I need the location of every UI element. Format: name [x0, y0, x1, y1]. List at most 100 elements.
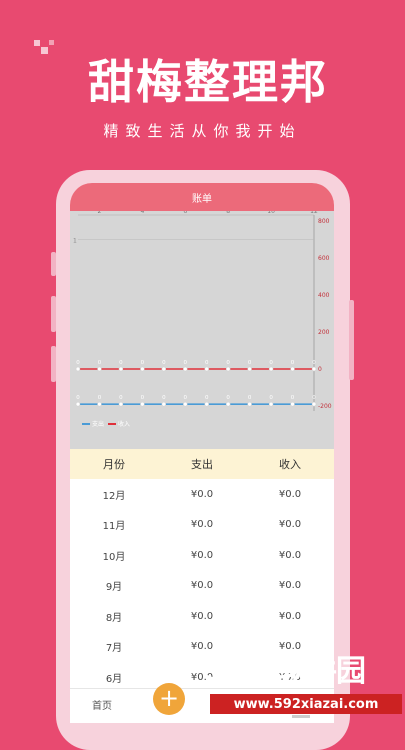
phone-side-button — [51, 252, 56, 276]
cell-month: 7月 — [105, 643, 123, 655]
add-bill-button[interactable]: + — [153, 683, 185, 715]
chart-point — [204, 401, 209, 407]
chart-data-label: 0 — [205, 360, 209, 366]
chart-point — [118, 401, 124, 407]
chart-data-label: 0 — [119, 360, 123, 366]
chart-point — [140, 366, 145, 372]
bill-chart[interactable]: 1 2 4 6 8 10 12 800 600 400 200 0 -200 0 0 0 0 0 0 0 0 0 0 0 0 0 0… — [70, 211, 334, 449]
table-row[interactable]: 9月 ¥0.0 ¥0.0 — [70, 570, 334, 601]
chart-point — [183, 401, 188, 407]
chart-data-label: 0 — [141, 360, 145, 366]
chart-data-label: 0 — [205, 395, 209, 401]
chart-data-label: 0 — [248, 360, 252, 366]
cell-income: ¥0.0 — [278, 610, 302, 622]
app-screen: 账单 1 2 4 6 8 10 12 800 600 400 200 0 -200 0 0 0 0 0 0 0 0 0 0 0… — [70, 183, 334, 723]
chart-y-tick-label: 200 — [318, 329, 330, 336]
cell-income: ¥0.0 — [278, 580, 302, 592]
hero-title: 甜梅整理邦 — [88, 55, 328, 109]
watermark-logo-text: 软件园 — [277, 654, 366, 689]
chart-y-tick-label: 800 — [318, 218, 330, 225]
chart-data-label: 0 — [119, 395, 123, 401]
cell-expense: ¥0.0 — [190, 610, 214, 622]
chart-y-tick-label: 400 — [318, 292, 330, 299]
hero-subtitle: 精致生活从你我开始 — [103, 122, 302, 140]
table-row[interactable]: 10月 ¥0.0 ¥0.0 — [70, 540, 334, 571]
chart-point — [290, 366, 295, 372]
chart-data-label: 0 — [291, 360, 295, 366]
chart-point — [161, 401, 167, 407]
phone-side-button — [51, 346, 56, 382]
cell-income: ¥0.0 — [278, 488, 302, 500]
header-income: 收入 — [279, 458, 301, 471]
chart-data-label: 0 — [141, 395, 145, 401]
decor-square — [41, 47, 48, 54]
chart-point — [183, 366, 188, 372]
cell-income: ¥0.0 — [278, 519, 302, 531]
chart-point — [140, 401, 145, 407]
chart-point — [75, 401, 81, 407]
app-title: 账单 — [192, 193, 212, 205]
chart-point — [290, 401, 295, 407]
chart-point — [311, 366, 317, 372]
watermark-logo-number: 592 — [206, 650, 275, 690]
chart-data-label: 0 — [184, 395, 188, 401]
chart-x-tick-label: 8 — [226, 211, 230, 215]
chart-data-label: 0 — [269, 360, 273, 366]
phone-side-button — [51, 296, 56, 332]
chart-data-label: 0 — [162, 360, 166, 366]
cell-month: 11月 — [102, 521, 126, 533]
chart-x-tick-label: 4 — [140, 211, 144, 215]
chart-point — [225, 366, 231, 372]
nav-home-tab[interactable]: 首页 — [92, 697, 112, 712]
chart-data-label: 0 — [312, 360, 316, 366]
cell-expense: ¥0.0 — [190, 580, 214, 592]
chart-data-label: 0 — [312, 395, 316, 401]
chart-point — [75, 366, 81, 372]
chart-left-tick-label: 1 — [73, 238, 77, 245]
chart-data-label: 0 — [269, 395, 273, 401]
table-row[interactable]: 12月 ¥0.0 ¥0.0 — [70, 479, 334, 510]
cell-expense: ¥0.0 — [190, 549, 214, 561]
cell-expense: ¥0.0 — [190, 488, 214, 500]
chart-data-label: 0 — [76, 395, 80, 401]
app-bar: 账单 — [70, 183, 334, 211]
decor-square — [49, 40, 54, 45]
chart-legend-label: 支出 — [92, 420, 104, 428]
cell-month: 8月 — [105, 612, 123, 624]
chart-point — [225, 401, 231, 407]
chart-point — [118, 366, 124, 372]
chart-x-tick-label: 2 — [98, 211, 102, 215]
chart-x-tick-label: 6 — [183, 211, 187, 215]
watermark-url: www.592xiazai.com — [210, 694, 402, 714]
chart-point — [268, 366, 274, 372]
chart-point — [247, 401, 252, 407]
watermark-logo: 592 软件园 — [206, 646, 366, 690]
cell-income: ¥0.0 — [278, 549, 302, 561]
chart-data-label: 0 — [98, 360, 102, 366]
chart-data-label: 0 — [248, 395, 252, 401]
chart-point — [247, 366, 252, 372]
cell-expense: ¥0.0 — [190, 519, 214, 531]
chart-legend-label: 收入 — [118, 420, 130, 428]
nav-indicator — [292, 715, 310, 718]
chart-data-label: 0 — [226, 395, 230, 401]
chart-point — [97, 401, 102, 407]
chart-point — [311, 401, 317, 407]
chart-y-tick-label: 600 — [318, 255, 330, 262]
chart-data-label: 0 — [226, 360, 230, 366]
cell-month: 10月 — [102, 551, 126, 563]
cell-month: 9月 — [105, 582, 123, 594]
chart-data-label: 0 — [76, 360, 80, 366]
decor-square — [34, 40, 40, 46]
chart-y-tick-label: -200 — [318, 403, 332, 410]
table-header: 月份 支出 收入 — [70, 449, 334, 479]
table-row[interactable]: 11月 ¥0.0 ¥0.0 — [70, 509, 334, 540]
table-row[interactable]: 8月 ¥0.0 ¥0.0 — [70, 601, 334, 632]
cell-month: 12月 — [102, 490, 126, 502]
chart-svg: 12 4 6 8 10 128006004002000-2000 0 0 0 0 0 0 0 0 0 0 00 0… — [73, 211, 332, 428]
chart-data-label: 0 — [98, 395, 102, 401]
chart-data-label: 0 — [162, 395, 166, 401]
header-month: 月份 — [103, 458, 125, 471]
chart-point — [204, 366, 209, 372]
header-expense: 支出 — [191, 458, 213, 471]
